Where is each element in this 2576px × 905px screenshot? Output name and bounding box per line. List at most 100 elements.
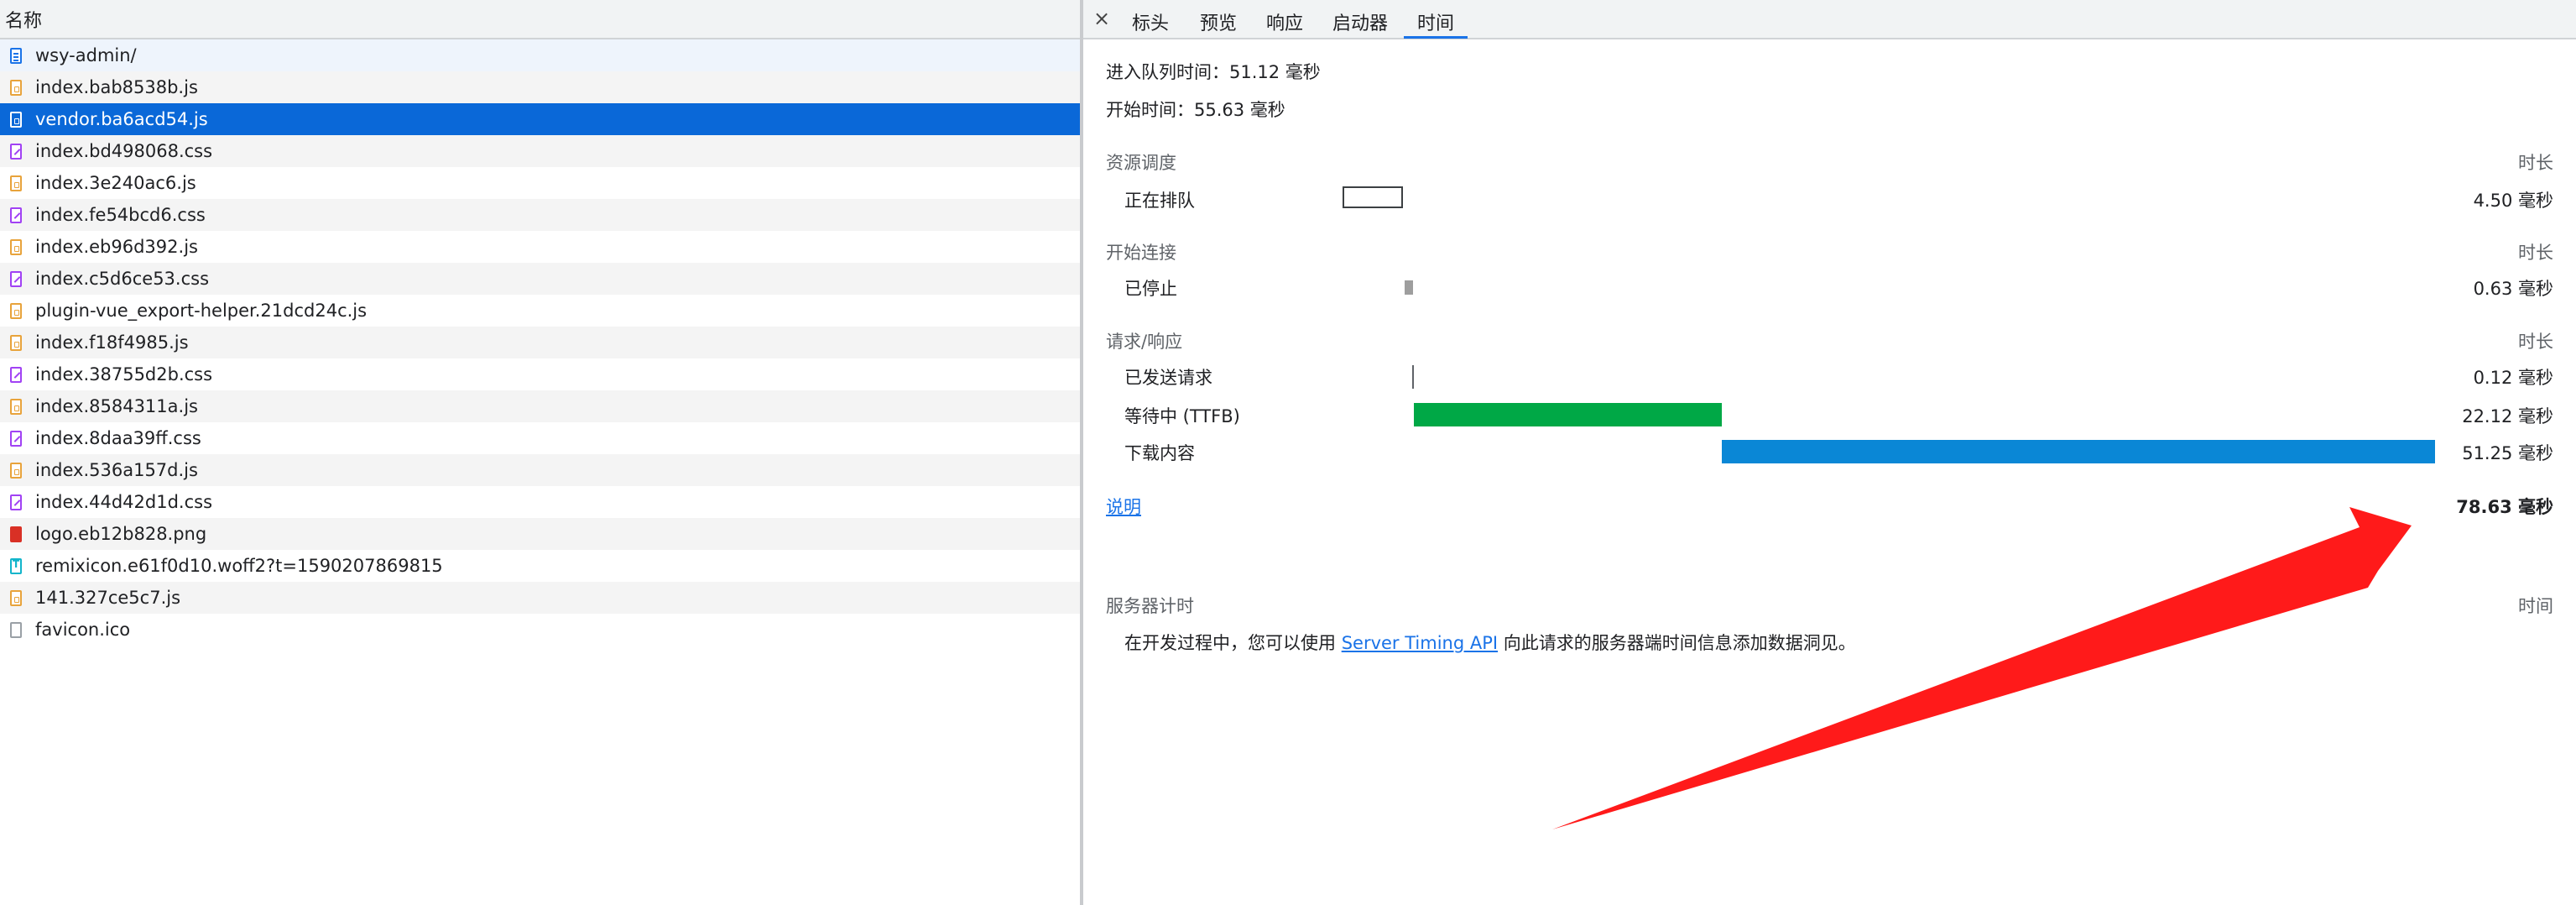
css-file-icon (10, 270, 22, 287)
duration-header: 时长 (2518, 243, 2553, 263)
request-name: index.536a157d.js (35, 460, 198, 480)
request-row[interactable]: logo.eb12b828.png (0, 518, 1080, 550)
request-row[interactable]: index.3e240ac6.js (0, 167, 1080, 199)
section-title-connection: 开始连接 (1106, 243, 1176, 263)
js-file-icon (10, 111, 22, 128)
request-row[interactable]: vendor.ba6acd54.js (0, 103, 1080, 135)
request-row[interactable]: index.8584311a.js (0, 390, 1080, 422)
time-header: 时间 (2518, 596, 2553, 616)
queueing-value: 4.50 毫秒 (2473, 191, 2553, 211)
request-row[interactable]: wsy-admin/ (0, 39, 1080, 71)
tab-timing[interactable]: 时间 (1403, 8, 1468, 39)
js-file-icon (10, 79, 22, 96)
request-name: index.bd498068.css (35, 141, 213, 161)
request-row[interactable]: index.bab8538b.js (0, 71, 1080, 103)
request-row[interactable]: plugin-vue_export-helper.21dcd24c.js (0, 295, 1080, 327)
request-row[interactable]: index.eb96d392.js (0, 231, 1080, 263)
duration-header: 时长 (2518, 153, 2553, 173)
request-sent-label: 已发送请求 (1124, 368, 1212, 388)
duration-header: 时长 (2518, 332, 2553, 352)
stalled-bar (1405, 280, 1413, 295)
request-name: index.eb96d392.js (35, 237, 198, 257)
png-file-icon (10, 526, 22, 542)
request-row[interactable]: index.c5d6ce53.css (0, 263, 1080, 295)
request-name: index.8584311a.js (35, 396, 198, 416)
stalled-label: 已停止 (1124, 279, 1177, 299)
tab-initiator[interactable]: 启动器 (1332, 8, 1388, 35)
stalled-value: 0.63 毫秒 (2473, 279, 2553, 299)
request-row[interactable]: index.536a157d.js (0, 454, 1080, 486)
request-name: index.8daa39ff.css (35, 428, 201, 448)
request-name: remixicon.e61f0d10.woff2?t=1590207869815 (35, 556, 443, 576)
request-row[interactable]: index.8daa39ff.css (0, 422, 1080, 454)
request-row[interactable]: index.f18f4985.js (0, 327, 1080, 358)
request-name: index.44d42d1d.css (35, 492, 213, 512)
section-title-scheduling: 资源调度 (1106, 153, 1176, 173)
server-timing-text-after: 向此请求的服务器端时间信息添加数据洞见。 (1498, 633, 1856, 653)
request-name: favicon.ico (35, 620, 131, 640)
request-name: index.38755d2b.css (35, 364, 213, 384)
download-label: 下载内容 (1124, 443, 1195, 463)
request-list: wsy-admin/index.bab8538b.js vendor.ba6acd… (0, 39, 1080, 646)
detail-tabbar: × 标头 预览 响应 启动器 时间 (1083, 0, 2576, 39)
timing-panel: × 标头 预览 响应 启动器 时间 进入队列时间：51.12 毫秒 开始时间：5… (1083, 0, 2576, 905)
close-icon[interactable]: × (1093, 7, 1110, 30)
explanation-link-text[interactable]: 说明 (1106, 497, 1141, 517)
request-row[interactable]: remixicon.e61f0d10.woff2?t=1590207869815 (0, 550, 1080, 582)
css-file-icon (10, 430, 22, 447)
tab-headers[interactable]: 标头 (1132, 8, 1169, 35)
section-title-request: 请求/响应 (1106, 332, 1183, 352)
css-file-icon (10, 207, 22, 223)
js-file-icon (10, 175, 22, 191)
request-row[interactable]: favicon.ico (0, 614, 1080, 646)
request-name: index.f18f4985.js (35, 332, 189, 353)
download-value: 51.25 毫秒 (2462, 443, 2553, 463)
request-row[interactable]: index.44d42d1d.css (0, 486, 1080, 518)
request-sent-bar (1412, 365, 1414, 389)
tab-preview[interactable]: 预览 (1200, 8, 1237, 35)
request-name: index.fe54bcd6.css (35, 205, 206, 225)
total-duration: 78.63 毫秒 (2456, 497, 2553, 517)
server-timing-note: 在开发过程中，您可以使用 Server Timing API 向此请求的服务器端… (1124, 630, 1856, 655)
request-name: plugin-vue_export-helper.21dcd24c.js (35, 301, 368, 321)
js-file-icon (10, 302, 22, 319)
request-row[interactable]: index.fe54bcd6.css (0, 199, 1080, 231)
js-file-icon (10, 334, 22, 351)
request-row[interactable]: index.bd498068.css (0, 135, 1080, 167)
js-file-icon (10, 238, 22, 255)
ttfb-bar (1414, 403, 1722, 426)
request-name: wsy-admin/ (35, 45, 137, 65)
ttfb-label: 等待中 (TTFB) (1124, 406, 1240, 426)
request-row[interactable]: index.38755d2b.css (0, 358, 1080, 390)
doc-file-icon (10, 47, 22, 64)
request-name: index.c5d6ce53.css (35, 269, 210, 289)
request-name: vendor.ba6acd54.js (35, 109, 208, 129)
request-list-panel: 名称 wsy-admin/index.bab8538b.js vendor.ba6… (0, 0, 1080, 905)
queueing-label: 正在排队 (1124, 191, 1195, 211)
js-file-icon (10, 398, 22, 415)
request-name: index.bab8538b.js (35, 77, 198, 97)
request-row[interactable]: 141.327ce5c7.js (0, 582, 1080, 614)
css-file-icon (10, 366, 22, 383)
css-file-icon (10, 494, 22, 510)
server-timing-text-before: 在开发过程中，您可以使用 (1124, 633, 1342, 653)
request-sent-value: 0.12 毫秒 (2473, 368, 2553, 388)
section-title-server-timing: 服务器计时 (1106, 596, 1194, 616)
name-column-header[interactable]: 名称 (0, 0, 1080, 39)
css-file-icon (10, 143, 22, 160)
download-bar (1722, 440, 2435, 463)
name-column-label: 名称 (5, 10, 43, 32)
queueing-bar (1343, 186, 1403, 208)
request-name: 141.327ce5c7.js (35, 588, 181, 608)
js-file-icon (10, 589, 22, 606)
server-timing-api-link[interactable]: Server Timing API (1342, 633, 1498, 653)
ttfb-value: 22.12 毫秒 (2462, 406, 2553, 426)
js-file-icon (10, 462, 22, 479)
explanation-link[interactable]: 说明 (1106, 494, 1141, 519)
ico-file-icon (10, 621, 22, 638)
tab-response[interactable]: 响应 (1266, 8, 1303, 35)
request-name: index.3e240ac6.js (35, 173, 196, 193)
started-at-text: 开始时间：55.63 毫秒 (1106, 100, 1285, 120)
queued-at-text: 进入队列时间：51.12 毫秒 (1106, 62, 1321, 82)
request-name: logo.eb12b828.png (35, 524, 207, 544)
